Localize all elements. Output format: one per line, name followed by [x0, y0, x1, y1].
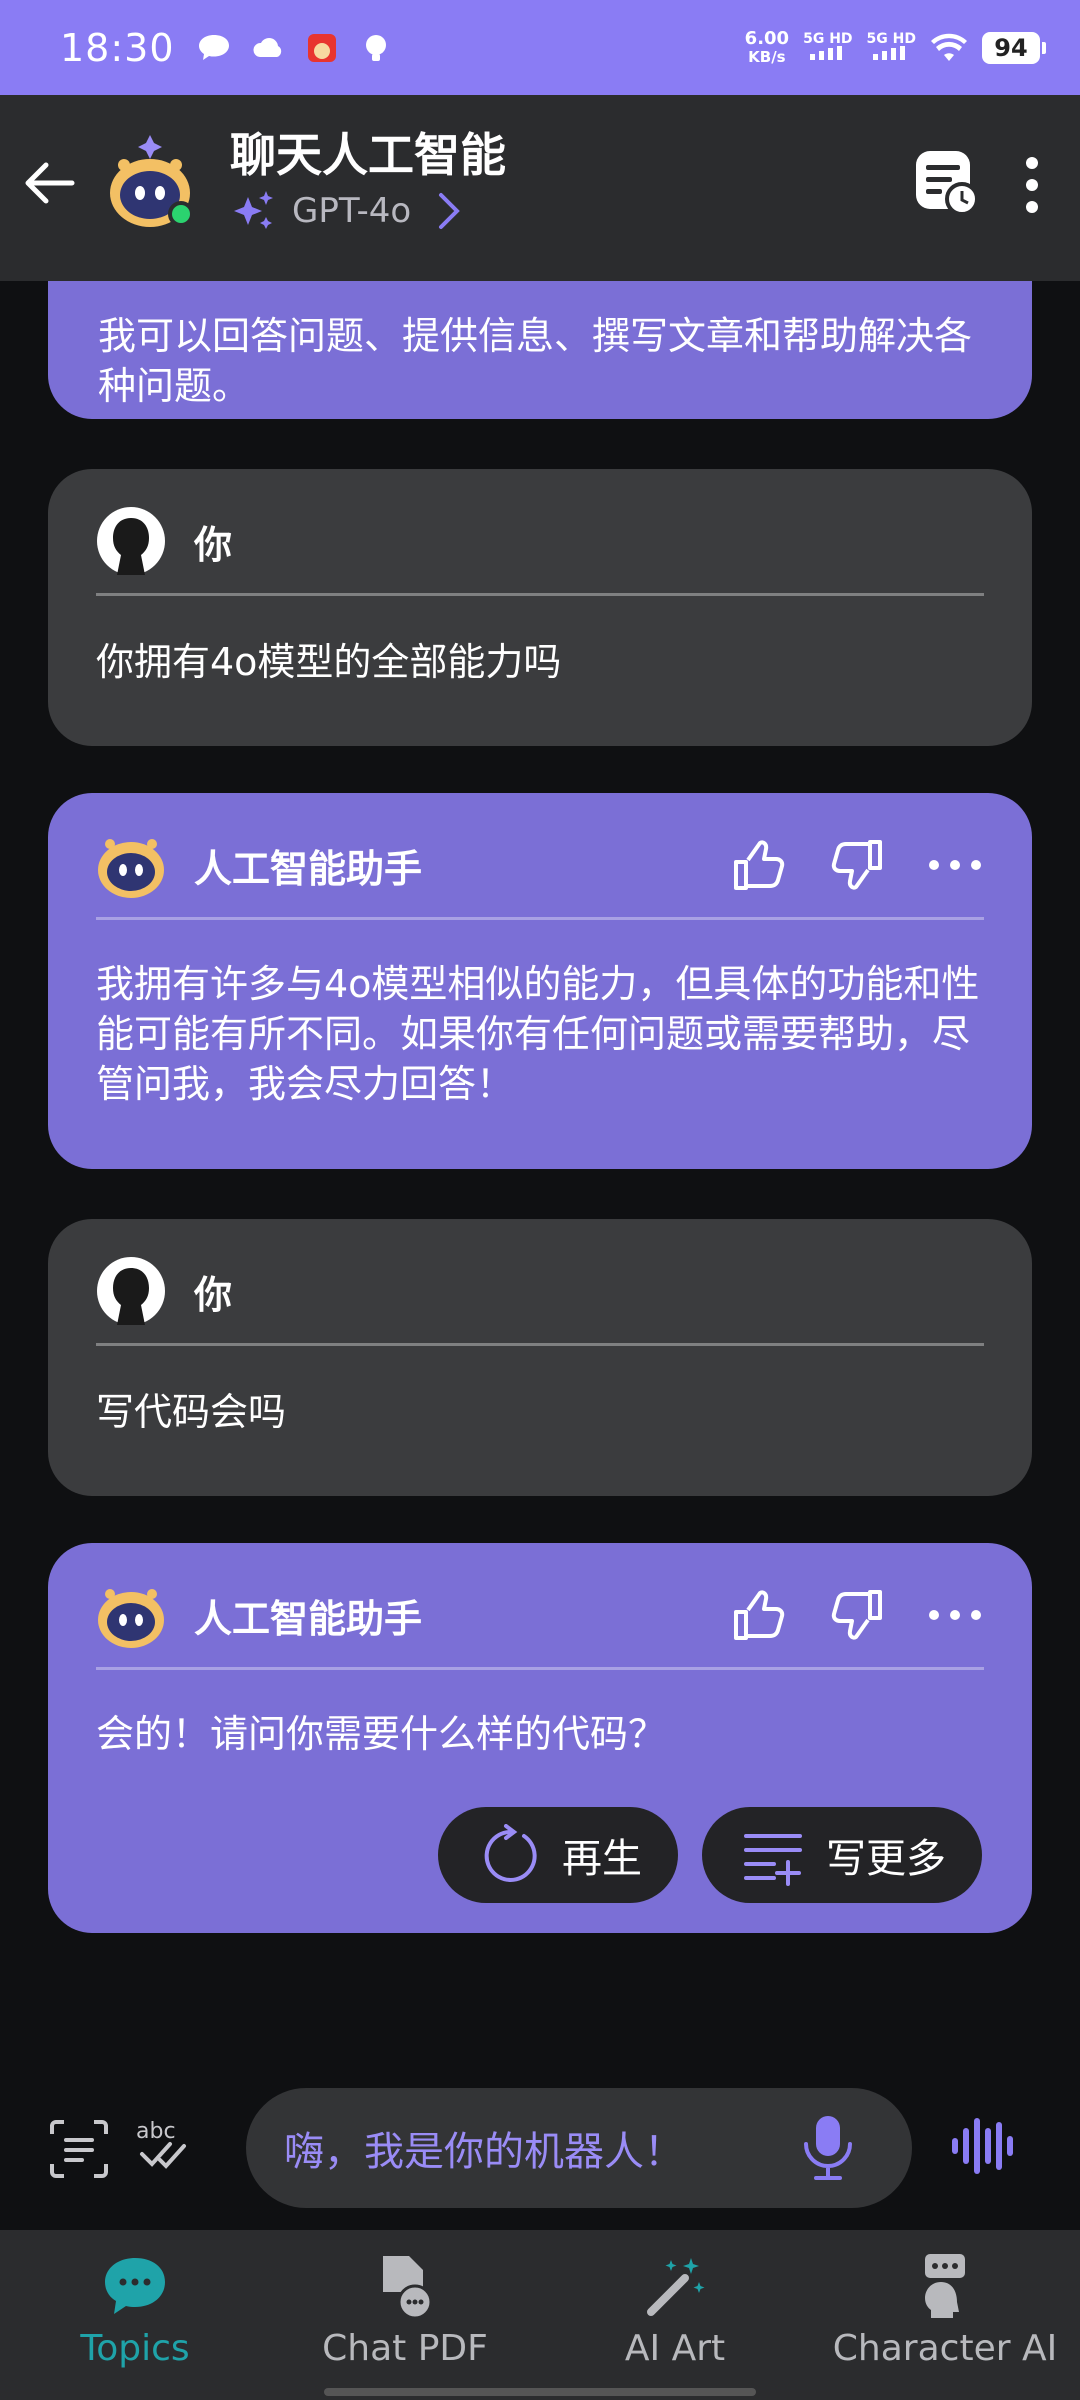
input-bar: abc 嗨，我是你的机器人！ [0, 2060, 1080, 2230]
network-speed-unit: KB/s [748, 47, 786, 66]
ai-message-text[interactable]: 我可以回答问题、提供信息、撰写文章和帮助解决各种问题。 [98, 311, 984, 411]
user-message-text[interactable]: 写代码会吗 [96, 1387, 984, 1437]
home-indicator[interactable] [324, 2388, 756, 2396]
sender-name: 人工智能助手 [194, 846, 423, 891]
sender-name: 你 [194, 1272, 233, 1317]
chat-header: 聊天人工智能 GPT-4o [0, 95, 1080, 281]
list-add-icon [744, 1834, 802, 1886]
message-header: 你 [96, 1251, 984, 1331]
message-header: 人工智能助手 [96, 1575, 984, 1655]
divider [96, 917, 984, 920]
spell-check-icon[interactable]: abc [134, 2112, 196, 2174]
chat-history-icon[interactable] [914, 149, 980, 217]
user-message-bubble: 你 你拥有4o模型的全部能力吗 [48, 469, 1032, 746]
online-status-dot [168, 201, 194, 227]
svg-text:abc: abc [136, 2119, 176, 2144]
bot-avatar-icon [98, 839, 164, 898]
chat-title: 聊天人工智能 [230, 128, 506, 182]
sparkle-icon [234, 191, 273, 229]
sender-name: 人工智能助手 [194, 1596, 423, 1641]
user-avatar-icon [97, 1257, 165, 1325]
status-bar: 18:30 6.00 KB/s 5G HD 5G HD 94 [0, 0, 1080, 95]
character-icon [925, 2254, 965, 2318]
chevron-right-icon [439, 193, 461, 229]
user-avatar-icon [97, 507, 165, 575]
refresh-icon [484, 1824, 537, 1882]
nav-ai-art[interactable]: AI Art [540, 2230, 810, 2400]
sim2-label: 5G HD [866, 31, 916, 47]
message-icon [198, 34, 229, 60]
notification-icons [197, 33, 393, 63]
chat-bubble-icon [105, 2258, 165, 2314]
bulb-icon [365, 34, 386, 61]
bottom-navigation: Topics Chat PDF AI Art Character AI [0, 2230, 1080, 2400]
nav-label: Topics [80, 2328, 190, 2369]
battery-indicator: 94 [982, 31, 1046, 64]
message-header: 你 [96, 501, 984, 581]
back-arrow-icon[interactable] [22, 155, 78, 211]
user-message-text[interactable]: 你拥有4o模型的全部能力吗 [96, 637, 984, 687]
system-status: 6.00 KB/s 5G HD 5G HD 94 [744, 27, 1046, 66]
message-actions [730, 836, 984, 894]
nav-label: Chat PDF [322, 2328, 488, 2369]
voice-wave-icon[interactable] [950, 2114, 1014, 2178]
bot-avatar-icon [98, 1589, 164, 1648]
model-selector[interactable]: GPT-4o [230, 187, 463, 235]
ai-message-bubble: 人工智能助手 我拥有许多与4o模型相似的能力，但具体的功能和性能可能有所不同。如… [48, 793, 1032, 1169]
divider [96, 1343, 984, 1346]
more-horiz-icon[interactable] [926, 836, 984, 894]
write-more-button[interactable]: 写更多 [702, 1807, 982, 1903]
regenerate-button[interactable]: 再生 [438, 1807, 678, 1903]
divider [96, 1667, 984, 1670]
weather-icon [252, 37, 281, 57]
network-speed: 6.00 KB/s [744, 27, 790, 66]
message-actions [730, 1586, 984, 1644]
ai-message-text[interactable]: 我拥有许多与4o模型相似的能力，但具体的功能和性能可能有所不同。如果你有任何问题… [96, 959, 984, 1109]
chat-messages[interactable]: 我可以回答问题、提供信息、撰写文章和帮助解决各种问题。 你 你拥有4o模型的全部… [0, 281, 1080, 2061]
user-message-bubble: 你 写代码会吗 [48, 1219, 1032, 1496]
sender-name: 你 [194, 522, 233, 567]
ai-message-text[interactable]: 会的！请问你需要什么样的代码？ [96, 1709, 984, 1759]
write-more-label: 写更多 [826, 1836, 946, 1882]
nav-label: AI Art [624, 2328, 726, 2369]
nav-character-ai[interactable]: Character AI [810, 2230, 1080, 2400]
input-placeholder: 嗨，我是你的机器人！ [284, 2129, 684, 2175]
status-time: 18:30 [60, 25, 175, 70]
signal-sim2: 5G HD [867, 32, 916, 63]
ai-message-bubble: 我可以回答问题、提供信息、撰写文章和帮助解决各种问题。 [48, 281, 1032, 419]
nav-chat-pdf[interactable]: Chat PDF [270, 2230, 540, 2400]
thumbs-up-icon[interactable] [730, 836, 788, 894]
nav-label: Character AI [832, 2328, 1058, 2369]
signal-bars-icon [809, 46, 842, 60]
signal-bars-icon [873, 46, 906, 60]
magic-wand-icon [647, 2258, 705, 2316]
model-name: GPT-4o [292, 191, 412, 231]
sim1-label: 5G HD [803, 31, 853, 47]
signal-sim1: 5G HD [803, 31, 853, 63]
thumbs-up-icon[interactable] [730, 1586, 788, 1644]
more-horiz-icon[interactable] [926, 1586, 984, 1644]
thumbs-down-icon[interactable] [828, 836, 886, 894]
message-header: 人工智能助手 [96, 825, 984, 905]
ai-message-bubble: 人工智能助手 会的！请问你需要什么样的代码？ 再生 写更多 [48, 1543, 1032, 1933]
network-speed-value: 6.00 [744, 27, 790, 49]
pdf-chat-icon [383, 2256, 433, 2320]
wifi-icon [931, 33, 967, 61]
more-vert-icon[interactable] [1020, 155, 1044, 215]
nav-topics[interactable]: Topics [0, 2230, 270, 2400]
scan-text-icon[interactable] [48, 2118, 110, 2180]
microphone-icon[interactable] [798, 2114, 858, 2182]
thumbs-down-icon[interactable] [828, 1586, 886, 1644]
app-notification-icon [307, 33, 336, 62]
regenerate-label: 再生 [562, 1836, 642, 1882]
divider [96, 593, 984, 596]
